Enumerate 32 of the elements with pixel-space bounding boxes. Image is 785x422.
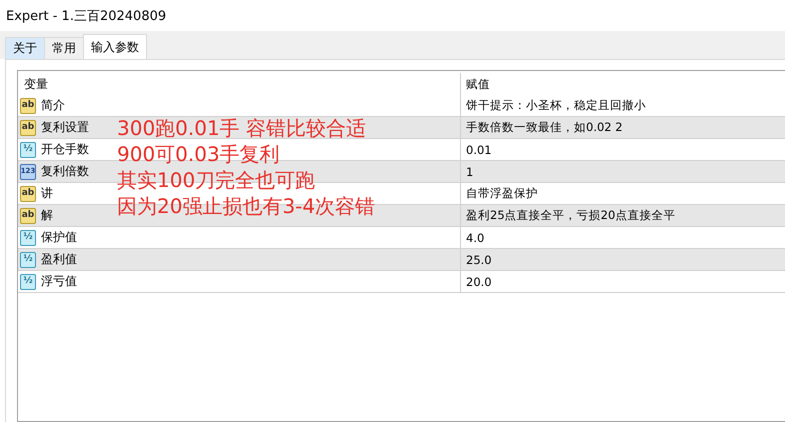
- column-header: 赋值: [466, 76, 490, 90]
- parameter-name: 开仓手数: [41, 141, 89, 158]
- tab[interactable]: 关于: [5, 37, 45, 59]
- parameter-value[interactable]: 手数倍数一致最佳，如0.02 2: [466, 120, 623, 134]
- type-icon: ½: [20, 142, 36, 158]
- tab[interactable]: 输入参数: [83, 34, 147, 59]
- parameter-value[interactable]: 4.0: [466, 230, 484, 244]
- window-title: Expert - 1.三百20240809: [6, 8, 166, 24]
- parameter-value[interactable]: 25.0: [466, 252, 492, 266]
- parameter-value[interactable]: 盈利25点直接全平，亏损20点直接全平: [466, 208, 676, 222]
- parameter-value[interactable]: 1: [466, 164, 474, 178]
- type-icon: ½: [20, 274, 36, 290]
- type-icon: ½: [20, 230, 36, 246]
- parameter-value[interactable]: 自带浮盈保护: [466, 186, 538, 200]
- type-icon: ab: [20, 186, 36, 202]
- parameter-name: 简介: [41, 97, 65, 114]
- parameter-name: 浮亏值: [41, 273, 77, 290]
- parameter-name: 保护值: [41, 229, 77, 246]
- annotation-text: 300跑0.01手 容错比较合适 900可0.03手复利 其实100刀完全也可跑 因为20强止损也有3-4次容错: [117, 115, 376, 219]
- column-header: 变量: [24, 76, 48, 92]
- type-icon: ab: [20, 208, 36, 224]
- parameter-name: 讲: [41, 185, 53, 202]
- parameter-name: 复利设置: [41, 119, 89, 136]
- parameter-name: 盈利值: [41, 251, 77, 268]
- parameter-value[interactable]: 0.01: [466, 142, 492, 156]
- parameter-value[interactable]: 饼干提示：小圣杯，稳定且回撤小: [466, 98, 646, 112]
- type-icon: ½: [20, 252, 36, 268]
- parameter-name: 复利倍数: [41, 163, 89, 180]
- parameter-name: 解: [41, 207, 53, 224]
- parameter-value[interactable]: 20.0: [466, 274, 492, 288]
- type-icon: ab: [20, 120, 36, 136]
- type-icon: ab: [20, 98, 36, 114]
